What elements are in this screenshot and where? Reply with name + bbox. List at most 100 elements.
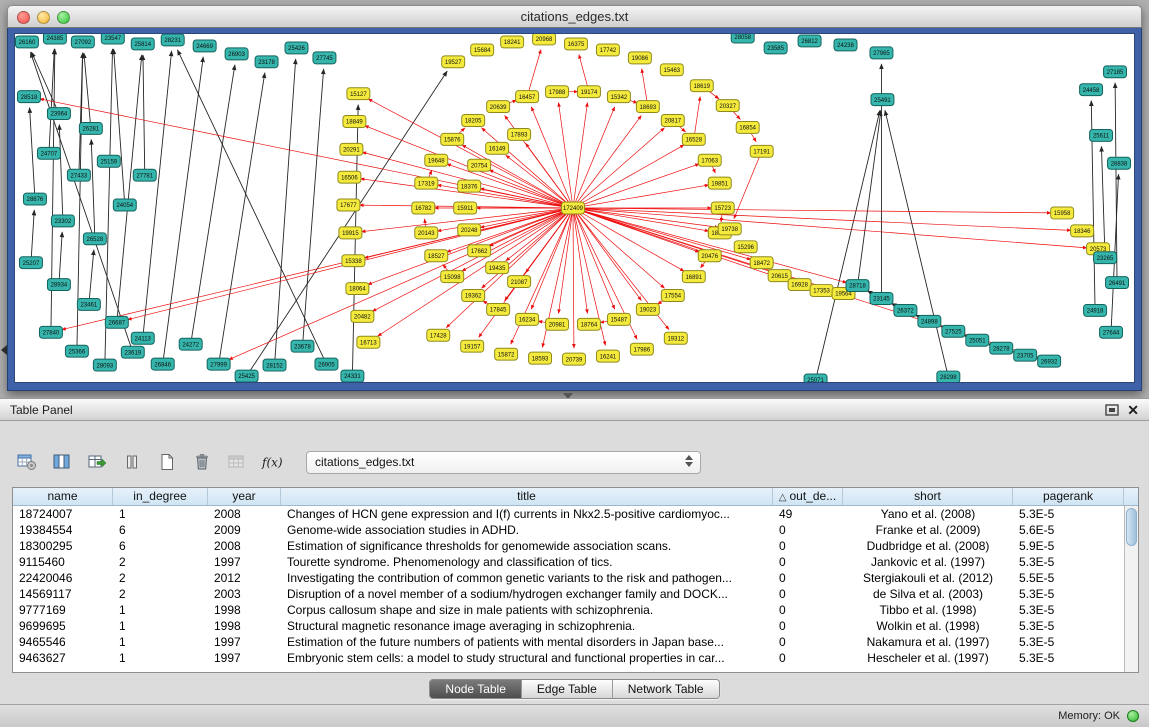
graph-edge[interactable] (30, 108, 35, 199)
graph-node[interactable]: 21087 (508, 276, 531, 288)
graph-node[interactable]: 18346 (1071, 225, 1094, 237)
graph-node[interactable]: 172409 (562, 202, 585, 214)
west-panel-collapse-arrow[interactable] (1, 345, 7, 355)
graph-node[interactable]: 23461 (77, 298, 100, 310)
graph-node[interactable]: 28718 (846, 280, 869, 292)
graph-node[interactable]: 20615 (768, 270, 791, 282)
graph-edge[interactable] (573, 115, 641, 208)
graph-node[interactable]: 17662 (468, 245, 491, 257)
graph-node[interactable]: 26372 (894, 304, 917, 316)
graph-node[interactable]: 27840 (39, 326, 62, 338)
graph-node[interactable]: 17428 (427, 329, 450, 341)
graph-node[interactable]: 24331 (341, 370, 364, 382)
graph-node[interactable]: 23547 (101, 34, 124, 44)
graph-node[interactable]: 19527 (442, 56, 465, 68)
show-column-icon[interactable] (49, 450, 75, 474)
graph-node[interactable]: 24918 (1084, 304, 1107, 316)
table-row[interactable]: 1872400712008Changes of HCN gene express… (13, 506, 1138, 522)
graph-node[interactable]: 18764 (577, 318, 600, 330)
graph-node[interactable]: 17319 (415, 177, 438, 189)
graph-node[interactable]: 17063 (698, 154, 721, 166)
graph-node[interactable]: 17893 (508, 128, 531, 140)
graph-node[interactable]: 27965 (870, 47, 893, 59)
graph-node[interactable]: 24898 (918, 315, 941, 327)
graph-node[interactable]: 18693 (636, 101, 659, 113)
graph-node[interactable]: 20817 (661, 115, 684, 127)
graph-edge[interactable] (531, 107, 573, 208)
graph-node[interactable]: 24707 (37, 147, 60, 159)
graph-node[interactable]: 18241 (501, 36, 524, 48)
column-header-name[interactable]: name (13, 488, 113, 505)
graph-node[interactable]: 23302 (51, 215, 74, 227)
graph-node[interactable]: 15342 (607, 91, 630, 103)
graph-edge[interactable] (163, 57, 204, 364)
graph-node[interactable]: 26160 (15, 36, 38, 48)
graph-node[interactable]: 17677 (337, 199, 360, 211)
column-header-out-de[interactable]: △out_de... (773, 488, 843, 505)
graph-edge[interactable] (885, 110, 948, 377)
graph-node[interactable]: 16891 (682, 271, 705, 283)
graph-node[interactable]: 19086 (628, 52, 651, 64)
graph-node[interactable]: 17986 (630, 343, 653, 355)
table-scrollbar-thumb[interactable] (1126, 508, 1137, 546)
graph-node[interactable]: 23705 (1014, 349, 1037, 361)
graph-node[interactable]: 18593 (529, 352, 552, 364)
graph-edge[interactable] (573, 128, 665, 208)
graph-node[interactable]: 19023 (636, 303, 659, 315)
graph-node[interactable]: 24669 (193, 40, 216, 52)
graph-node[interactable]: 20476 (698, 250, 721, 262)
graph-edge[interactable] (114, 49, 125, 205)
graph-node[interactable]: 23585 (764, 42, 787, 54)
graph-node[interactable]: 28838 (1108, 157, 1131, 169)
graph-node[interactable]: 24272 (179, 338, 202, 350)
graph-node[interactable]: 23145 (870, 293, 893, 305)
graph-node[interactable]: 18849 (343, 116, 366, 128)
graph-node[interactable]: 18376 (458, 180, 481, 192)
delete-table-icon[interactable] (189, 450, 215, 474)
graph-node[interactable]: 20291 (340, 143, 363, 155)
graph-node[interactable]: 20968 (533, 34, 556, 45)
graph-node[interactable]: 16375 (565, 38, 588, 50)
graph-node[interactable]: 15872 (495, 348, 518, 360)
table-scrollbar[interactable] (1124, 506, 1138, 672)
table-row[interactable]: 946362711997Embryonic stem cells: a mode… (13, 650, 1138, 666)
graph-node[interactable]: 17742 (596, 44, 619, 56)
graph-node[interactable]: 24385 (43, 34, 66, 44)
graph-edge[interactable] (89, 250, 94, 305)
table-row[interactable]: 1456911722003Disruption of a novel membe… (13, 586, 1138, 602)
tab-node-table[interactable]: Node Table (430, 680, 521, 698)
graph-node[interactable]: 18619 (690, 80, 713, 92)
network-graph[interactable]: 1724091572318130204761689117554190231548… (15, 34, 1134, 382)
graph-node[interactable]: 26903 (225, 48, 248, 60)
graph-edge[interactable] (531, 208, 573, 309)
graph-node[interactable]: 16234 (516, 313, 539, 325)
graph-node[interactable]: 20639 (487, 101, 510, 113)
graph-node[interactable]: 16149 (486, 142, 509, 154)
graph-edge[interactable] (573, 164, 699, 208)
graph-node[interactable]: 25071 (804, 374, 827, 382)
graph-node[interactable]: 23964 (47, 108, 70, 120)
table-selector-dropdown[interactable]: citations_edges.txt (306, 451, 701, 474)
table-row[interactable]: 911546021997Tourette syndrome. Phenomeno… (13, 554, 1138, 570)
graph-node[interactable]: 24458 (1080, 84, 1103, 96)
graph-node[interactable]: 15684 (471, 44, 494, 56)
float-panel-icon[interactable] (1103, 402, 1121, 418)
graph-edge[interactable] (573, 208, 641, 301)
graph-node[interactable]: 28518 (17, 91, 40, 103)
table-row[interactable]: 1830029562008Estimation of significance … (13, 538, 1138, 554)
graph-edge[interactable] (59, 232, 62, 285)
table-row[interactable]: 946554611997Estimation of the future num… (13, 634, 1138, 650)
graph-node[interactable]: 18472 (750, 257, 773, 269)
graph-node[interactable]: 23619 (121, 346, 144, 358)
graph-edge[interactable] (573, 208, 615, 309)
graph-node[interactable]: 18205 (462, 115, 485, 127)
graph-edge[interactable] (573, 208, 1051, 213)
graph-node[interactable]: 25491 (871, 94, 894, 106)
graph-node[interactable]: 19648 (425, 154, 448, 166)
graph-node[interactable]: 18527 (425, 250, 448, 262)
graph-node[interactable]: 26528 (83, 233, 106, 245)
graph-edge[interactable] (219, 73, 265, 364)
graph-node[interactable]: 19851 (708, 177, 731, 189)
column-header-pagerank[interactable]: pagerank (1013, 488, 1124, 505)
table-row[interactable]: 1938455462009Genome-wide association stu… (13, 522, 1138, 538)
